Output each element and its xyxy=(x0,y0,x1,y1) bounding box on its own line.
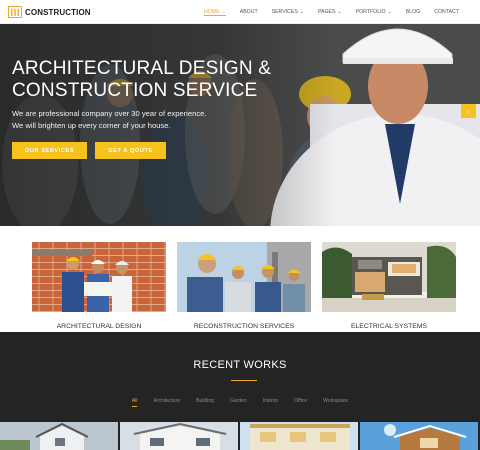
nav-pages[interactable]: PAGES ⌄ xyxy=(318,0,342,24)
filter-garden[interactable]: Garden xyxy=(230,398,247,404)
recent-works-section: RECENT WORKS All Architecture Building G… xyxy=(0,332,480,450)
chevron-down-icon: ⌄ xyxy=(221,9,226,15)
service-image-electrical[interactable] xyxy=(322,242,456,312)
portfolio-filters: All Architecture Building Garden Interio… xyxy=(0,398,480,407)
hero-subtitle-line1: We are professional company over 30 year… xyxy=(12,109,207,118)
house-photo xyxy=(360,422,478,450)
service-image-architectural[interactable] xyxy=(32,242,166,312)
nav-services[interactable]: SERVICES ⌄ xyxy=(272,0,304,24)
filter-building[interactable]: Building xyxy=(196,398,214,404)
nav-contact-label: CONTACT xyxy=(434,9,459,15)
house-photo xyxy=(240,422,358,450)
main-nav: HOME ⌄ ABOUT SERVICES ⌄ PAGES ⌄ PORTFOLIO ⌄ … xyxy=(204,0,473,24)
services-section: ARCHITECTURAL DESIGN RECONSTRUCTION SERV… xyxy=(0,226,480,332)
portfolio-grid xyxy=(0,422,480,450)
filter-architecture[interactable]: Architecture xyxy=(153,398,180,404)
filter-office[interactable]: Office xyxy=(294,398,307,404)
nav-contact[interactable]: CONTACT xyxy=(434,0,459,24)
nav-blog[interactable]: BLOG xyxy=(406,0,420,24)
nav-home-label: HOME xyxy=(204,9,220,15)
service-title-reconstruction[interactable]: RECONSTRUCTION SERVICES xyxy=(177,323,311,330)
portfolio-item[interactable] xyxy=(120,422,240,450)
our-services-button[interactable]: OUR SERVICES xyxy=(12,142,87,159)
brand-logo[interactable]: CONSTRUCTION xyxy=(8,5,91,19)
service-title-architectural[interactable]: ARCHITECTURAL DESIGN xyxy=(32,323,166,330)
workers-photo xyxy=(177,242,311,312)
nav-portfolio-label: PORTFOLIO xyxy=(355,9,386,15)
chevron-down-icon: ⌄ xyxy=(337,9,342,15)
chevron-down-icon: ⌄ xyxy=(387,9,392,15)
hero-title-line1: ARCHITECTURAL DESIGN & xyxy=(12,58,272,79)
hero-title-line2: CONSTRUCTION SERVICE xyxy=(12,80,258,101)
portfolio-item[interactable] xyxy=(360,422,480,450)
hero-slider: ARCHITECTURAL DESIGN & CONSTRUCTION SERV… xyxy=(0,24,480,226)
service-image-reconstruction[interactable] xyxy=(177,242,311,312)
hero-subtitle-line2: We will brighten up every corner of your… xyxy=(12,120,171,130)
recent-works-title: RECENT WORKS xyxy=(193,359,287,371)
nav-home[interactable]: HOME ⌄ xyxy=(204,0,226,24)
nav-portfolio[interactable]: PORTFOLIO ⌄ xyxy=(356,0,392,24)
nav-about-label: ABOUT xyxy=(239,9,258,15)
nav-about[interactable]: ABOUT xyxy=(240,0,258,24)
chevron-down-icon: ⌄ xyxy=(299,9,304,15)
site-header: CONSTRUCTION HOME ⌄ ABOUT SERVICES ⌄ PAGES… xyxy=(0,0,480,24)
portfolio-item[interactable] xyxy=(240,422,360,450)
nav-blog-label: BLOG xyxy=(405,9,421,15)
filter-workspace[interactable]: Workspace xyxy=(323,398,348,404)
nav-services-label: SERVICES xyxy=(271,9,298,15)
filter-interior[interactable]: Interior xyxy=(263,398,279,404)
house-photo xyxy=(322,242,456,312)
service-title-electrical[interactable]: ELECTRICAL SYSTEMS xyxy=(322,323,456,330)
chevron-right-icon[interactable]: › xyxy=(461,104,476,118)
building-columns-icon xyxy=(8,6,22,18)
architects-photo xyxy=(32,242,166,312)
title-underline xyxy=(231,380,257,381)
portfolio-item[interactable] xyxy=(0,422,120,450)
house-photo xyxy=(120,422,238,450)
house-photo xyxy=(0,422,118,450)
filter-all[interactable]: All xyxy=(131,398,137,407)
hero-subtitle: We are professional company over 30 year… xyxy=(12,108,272,131)
hero-title: ARCHITECTURAL DESIGN & CONSTRUCTION SERV… xyxy=(12,58,302,102)
get-quote-button[interactable]: GET A QOUTE xyxy=(95,142,166,159)
nav-pages-label: PAGES xyxy=(317,9,336,15)
brand-name: CONSTRUCTION xyxy=(25,7,91,17)
